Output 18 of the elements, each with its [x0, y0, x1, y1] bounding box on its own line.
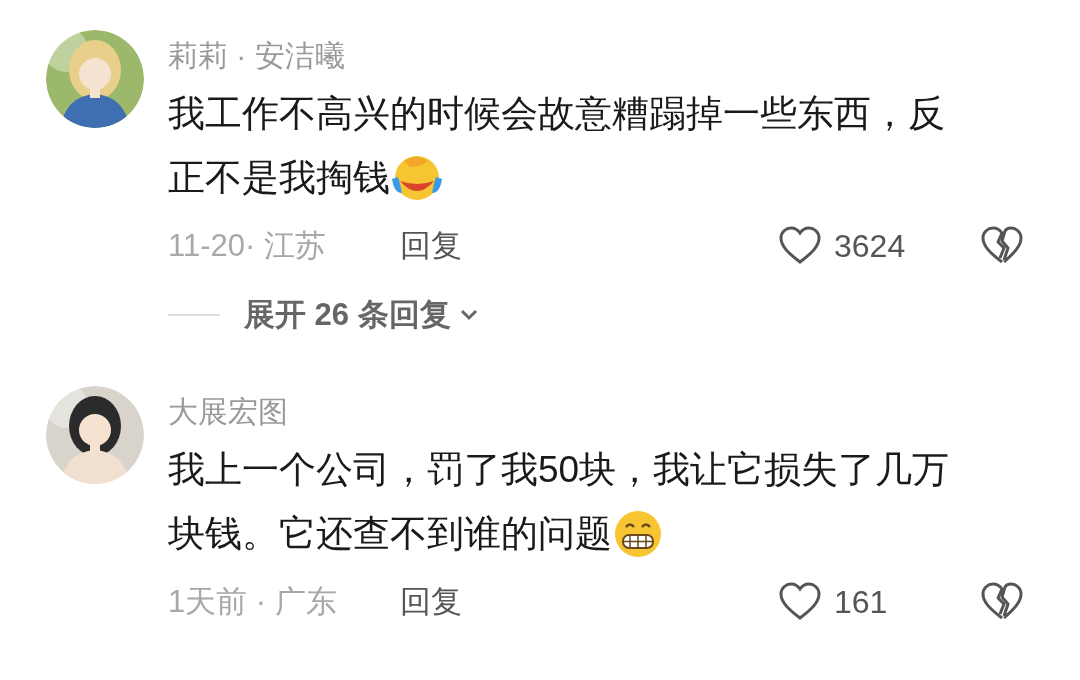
like-count: 161 — [834, 583, 888, 622]
comment-meta: 11-20· 江苏 — [168, 226, 327, 265]
broken-heart-icon[interactable] — [980, 582, 1024, 622]
like-heart-icon[interactable] — [778, 226, 822, 266]
comment-text: 我上一个公司，罚了我50块，我让它损失了几万 — [168, 448, 950, 492]
comment-text: 块钱。它还查不到谁的问题 — [168, 512, 612, 556]
reply-button[interactable]: 回复 — [400, 578, 462, 626]
grinning-emoji-icon — [612, 509, 664, 559]
laughing-crying-emoji-icon — [390, 153, 444, 203]
chevron-down-icon — [458, 308, 479, 322]
comment-text: 正不是我掏钱 — [168, 156, 390, 200]
like-heart-icon[interactable] — [778, 582, 822, 622]
expand-replies-button[interactable]: 展开 26 条回复 — [244, 291, 479, 339]
reply-button[interactable]: 回复 — [400, 222, 462, 270]
like-count: 3624 — [834, 227, 906, 266]
broken-heart-icon[interactable] — [980, 226, 1024, 266]
comment-text: 我工作不高兴的时候会故意糟蹋掉一些东西，反 — [168, 92, 945, 136]
comment-meta: 1天前 · 广东 — [168, 582, 338, 621]
